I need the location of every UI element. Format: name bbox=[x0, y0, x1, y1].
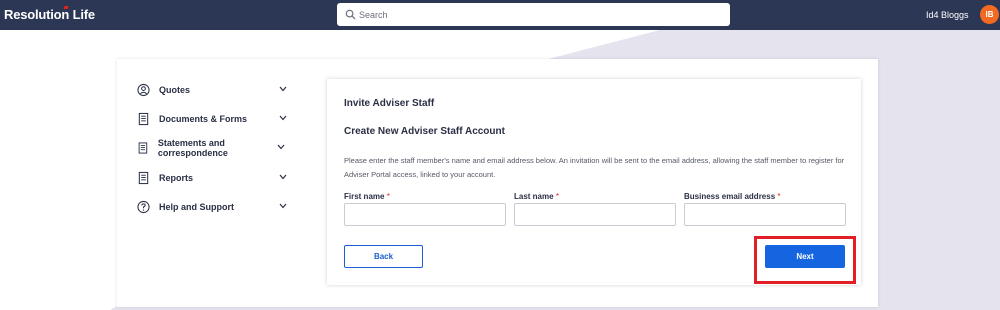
page-title: Invite Adviser Staff bbox=[344, 98, 435, 109]
sidebar-item-statements[interactable]: Statements and correspondence bbox=[137, 138, 285, 158]
sidebar-item-label: Help and Support bbox=[159, 202, 234, 212]
document-icon bbox=[138, 171, 149, 185]
top-navigation-bar: Resolution Life Id4 Bloggs IB bbox=[0, 0, 1000, 30]
form-subtitle: Create New Adviser Staff Account bbox=[344, 126, 505, 137]
sidebar-item-label: Statements and correspondence bbox=[157, 138, 228, 158]
chevron-down-icon[interactable] bbox=[279, 203, 287, 209]
email-field[interactable] bbox=[684, 203, 846, 226]
required-mark: * bbox=[555, 192, 559, 201]
highlight-annotation bbox=[754, 236, 856, 284]
email-label: Business email address * bbox=[684, 192, 781, 201]
question-circle-icon bbox=[137, 200, 150, 214]
sidebar-item-quotes[interactable]: Quotes bbox=[137, 81, 287, 99]
chevron-down-icon[interactable] bbox=[279, 115, 287, 121]
sidebar-item-label: Documents & Forms bbox=[159, 114, 248, 124]
required-mark: * bbox=[777, 192, 781, 201]
back-button[interactable]: Back bbox=[344, 245, 423, 268]
sidebar-item-help-support[interactable]: Help and Support bbox=[137, 198, 287, 216]
document-icon bbox=[138, 142, 148, 154]
document-icon bbox=[138, 112, 149, 126]
search-icon bbox=[345, 9, 356, 20]
last-name-field[interactable] bbox=[514, 203, 676, 226]
sidebar-item-reports[interactable]: Reports bbox=[137, 169, 287, 187]
form-description: Please enter the staff member's name and… bbox=[344, 156, 845, 179]
first-name-field[interactable] bbox=[344, 203, 506, 226]
sidebar-item-documents-forms[interactable]: Documents & Forms bbox=[137, 110, 287, 128]
first-name-label: First name * bbox=[344, 192, 390, 201]
user-circle-icon bbox=[137, 83, 150, 97]
required-mark: * bbox=[386, 192, 390, 201]
sidebar-item-label: Quotes bbox=[159, 85, 191, 95]
avatar[interactable]: IB bbox=[980, 5, 999, 24]
user-name[interactable]: Id4 Bloggs bbox=[926, 10, 969, 20]
resolution-life-logo[interactable]: Resolution Life bbox=[4, 7, 95, 22]
field-label-text: Business email address bbox=[684, 192, 776, 201]
search-box[interactable] bbox=[337, 3, 730, 26]
chevron-down-icon[interactable] bbox=[279, 86, 287, 92]
field-label-text: First name bbox=[344, 192, 385, 201]
chevron-down-icon[interactable] bbox=[277, 144, 285, 150]
chevron-down-icon[interactable] bbox=[279, 174, 287, 180]
search-input[interactable] bbox=[359, 3, 719, 26]
last-name-label: Last name * bbox=[514, 192, 559, 201]
sidebar-item-label: Reports bbox=[159, 173, 194, 183]
field-label-text: Last name bbox=[514, 192, 554, 201]
